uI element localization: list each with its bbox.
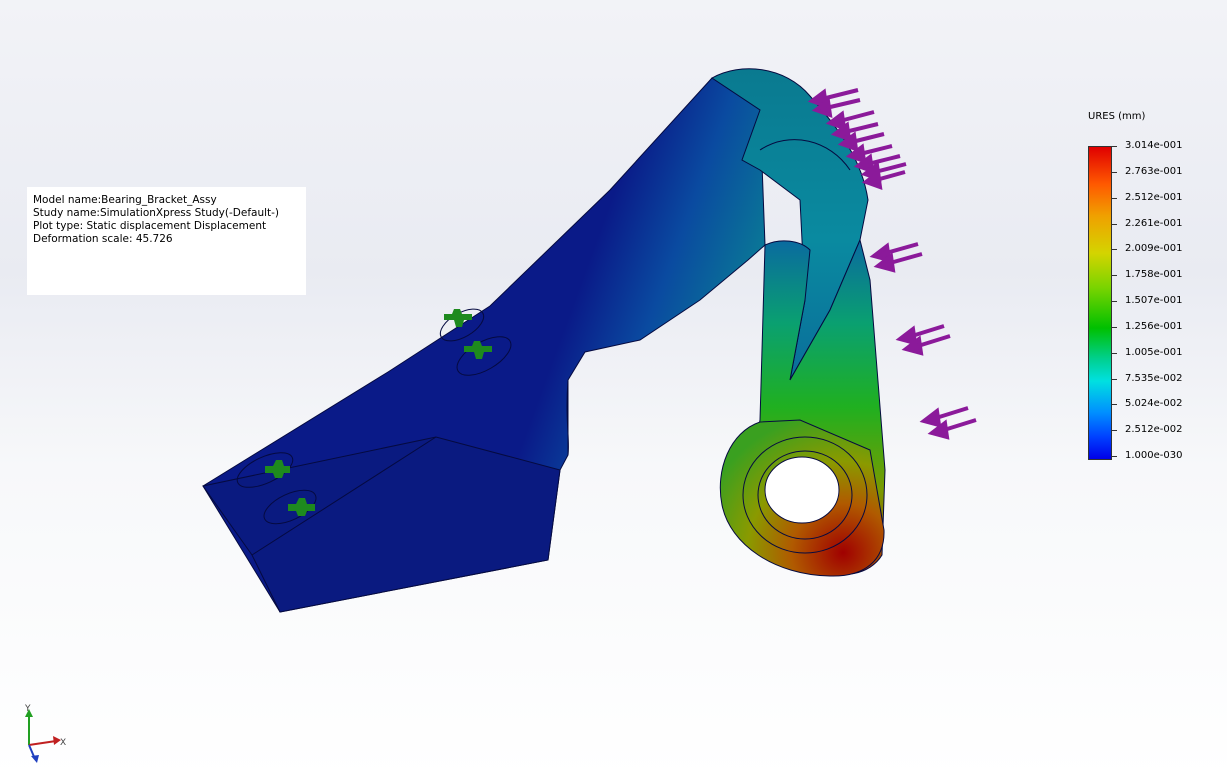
legend-value-label: 1.758e-001 <box>1125 269 1183 281</box>
bearing-bore <box>764 456 840 524</box>
legend-value-label: 2.009e-001 <box>1125 243 1183 255</box>
legend-value-label: 2.763e-001 <box>1125 165 1183 177</box>
legend-value-label: 1.000e-030 <box>1125 450 1183 461</box>
legend-tick <box>1112 456 1117 457</box>
legend-value-label: 1.005e-001 <box>1125 346 1183 358</box>
legend-tick <box>1112 352 1117 354</box>
coordinate-triad: Y X <box>24 704 66 763</box>
legend-tick <box>1112 223 1117 225</box>
model-name: Model name:Bearing_Bracket_Assy <box>33 194 217 206</box>
triad-x-label: X <box>60 738 66 748</box>
legend-tick <box>1112 197 1117 199</box>
legend-tick <box>1112 378 1117 380</box>
deformation-scale: Deformation scale: 45.726 <box>33 233 173 245</box>
study-info-box: Model name:Bearing_Bracket_Assy Study na… <box>27 187 306 295</box>
model-viewport[interactable] <box>0 0 1227 779</box>
legend-tick <box>1112 326 1117 328</box>
legend-value-label: 7.535e-002 <box>1125 372 1183 384</box>
legend-tick <box>1112 146 1117 147</box>
legend-tick <box>1112 404 1117 406</box>
legend-title: URES (mm) <box>1088 111 1146 122</box>
triad-y-label: Y <box>24 704 31 714</box>
legend-value-label: 3.014e-001 <box>1125 140 1183 151</box>
legend-tick <box>1112 301 1117 302</box>
legend-color-bar <box>1088 146 1112 460</box>
plot-type: Plot type: Static displacement Displacem… <box>33 220 267 232</box>
legend-value-label: 2.261e-001 <box>1125 217 1183 229</box>
legend-value-label: 1.507e-001 <box>1125 295 1183 306</box>
legend-value-label: 2.512e-002 <box>1125 424 1183 436</box>
legend-tick <box>1112 171 1117 173</box>
legend-tick <box>1112 430 1117 432</box>
legend-tick <box>1112 275 1117 277</box>
study-name: Study name:SimulationXpress Study(-Defau… <box>33 207 280 219</box>
legend-value-label: 5.024e-002 <box>1125 398 1183 410</box>
legend-value-label: 1.256e-001 <box>1125 320 1183 332</box>
legend-tick <box>1112 249 1117 251</box>
legend-value-label: 2.512e-001 <box>1125 191 1183 203</box>
